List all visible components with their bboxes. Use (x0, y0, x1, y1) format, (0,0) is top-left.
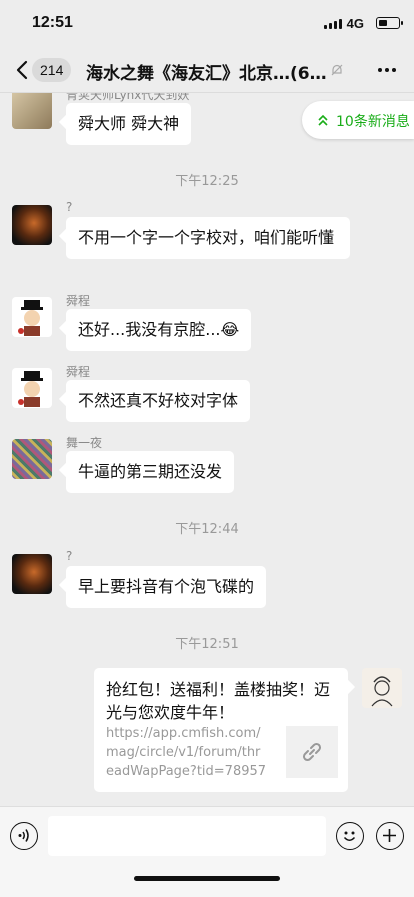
message-list[interactable]: 青荚天师Lynx代天到妖 舜大师 舜大神 下午12:25 ? 不用一个字一个字校… (0, 93, 414, 806)
message-input[interactable] (48, 816, 326, 856)
ellipsis-icon[interactable] (376, 62, 398, 78)
new-messages-label: 10条新消息 (336, 114, 410, 130)
chat-title: 海水之舞《海友汇》北京…(66) (86, 59, 328, 84)
sketch-avatar-icon (371, 676, 393, 707)
cartoon-avatar-icon (18, 300, 43, 336)
link-thumbnail (286, 726, 338, 778)
link-card[interactable]: 抢红包！送福利！盖楼抽奖！迈光与您欢度牛年！ https://app.cmfis… (94, 668, 348, 792)
sender-name: 舞一夜 (66, 436, 103, 450)
avatar[interactable] (12, 368, 52, 408)
avatar[interactable] (12, 205, 52, 245)
chat-header: 214 海水之舞《海友汇》北京…(66) (0, 48, 414, 93)
avatar[interactable] (12, 439, 52, 479)
plus-icon[interactable] (376, 822, 404, 850)
timestamp: 下午12:25 (175, 174, 239, 189)
link-url: https://app.cmfish.com/mag/circle/v1/for… (106, 726, 267, 779)
unread-badge[interactable]: 214 (32, 58, 72, 82)
signal-icon (324, 19, 342, 29)
message-bubble[interactable]: 早上要抖音有个泡飞碟的 (66, 566, 267, 608)
double-chevron-up-icon (318, 114, 328, 126)
new-messages-button[interactable]: 10条新消息 (302, 101, 414, 139)
timestamp: 下午12:44 (175, 522, 239, 537)
avatar[interactable] (12, 297, 52, 337)
sender-name: ? (66, 549, 73, 563)
bell-mute-icon (331, 64, 343, 76)
cartoon-avatar-icon (18, 371, 43, 407)
avatar[interactable] (12, 93, 52, 129)
network-type: 4G (346, 16, 364, 31)
avatar[interactable] (12, 554, 52, 594)
message-bubble[interactable]: 不用一个字一个字校对，咱们能听懂 (66, 217, 350, 259)
link-title: 抢红包！送福利！盖楼抽奖！迈光与您欢度牛年！ (106, 680, 331, 722)
message-bubble[interactable]: 不然还真不好校对字体 (66, 380, 251, 422)
message-bubble[interactable]: 牛逼的第三期还没发 (66, 451, 235, 493)
sender-name: 青荚天师Lynx代天到妖 (66, 93, 190, 102)
emoji-icon[interactable] (336, 822, 364, 850)
timestamp: 下午12:51 (175, 637, 239, 652)
group-name: 海水之舞《海友汇》北京… (86, 64, 290, 84)
link-icon (302, 742, 322, 762)
battery-icon (376, 17, 403, 29)
member-count: (66) (290, 64, 328, 84)
my-avatar[interactable] (362, 668, 402, 708)
sender-name: 舜程 (66, 365, 91, 379)
sender-name: 舜程 (66, 294, 91, 308)
status-bar: 12:51 4G (0, 0, 414, 48)
message-bubble[interactable]: 还好...我没有京腔...😂 (66, 309, 252, 351)
input-bar (0, 806, 414, 897)
message-bubble[interactable]: 舜大师 舜大神 (66, 103, 192, 145)
home-indicator[interactable] (134, 876, 280, 881)
sender-name: ? (66, 200, 73, 214)
voice-icon[interactable] (10, 822, 38, 850)
status-time: 12:51 (32, 14, 73, 31)
